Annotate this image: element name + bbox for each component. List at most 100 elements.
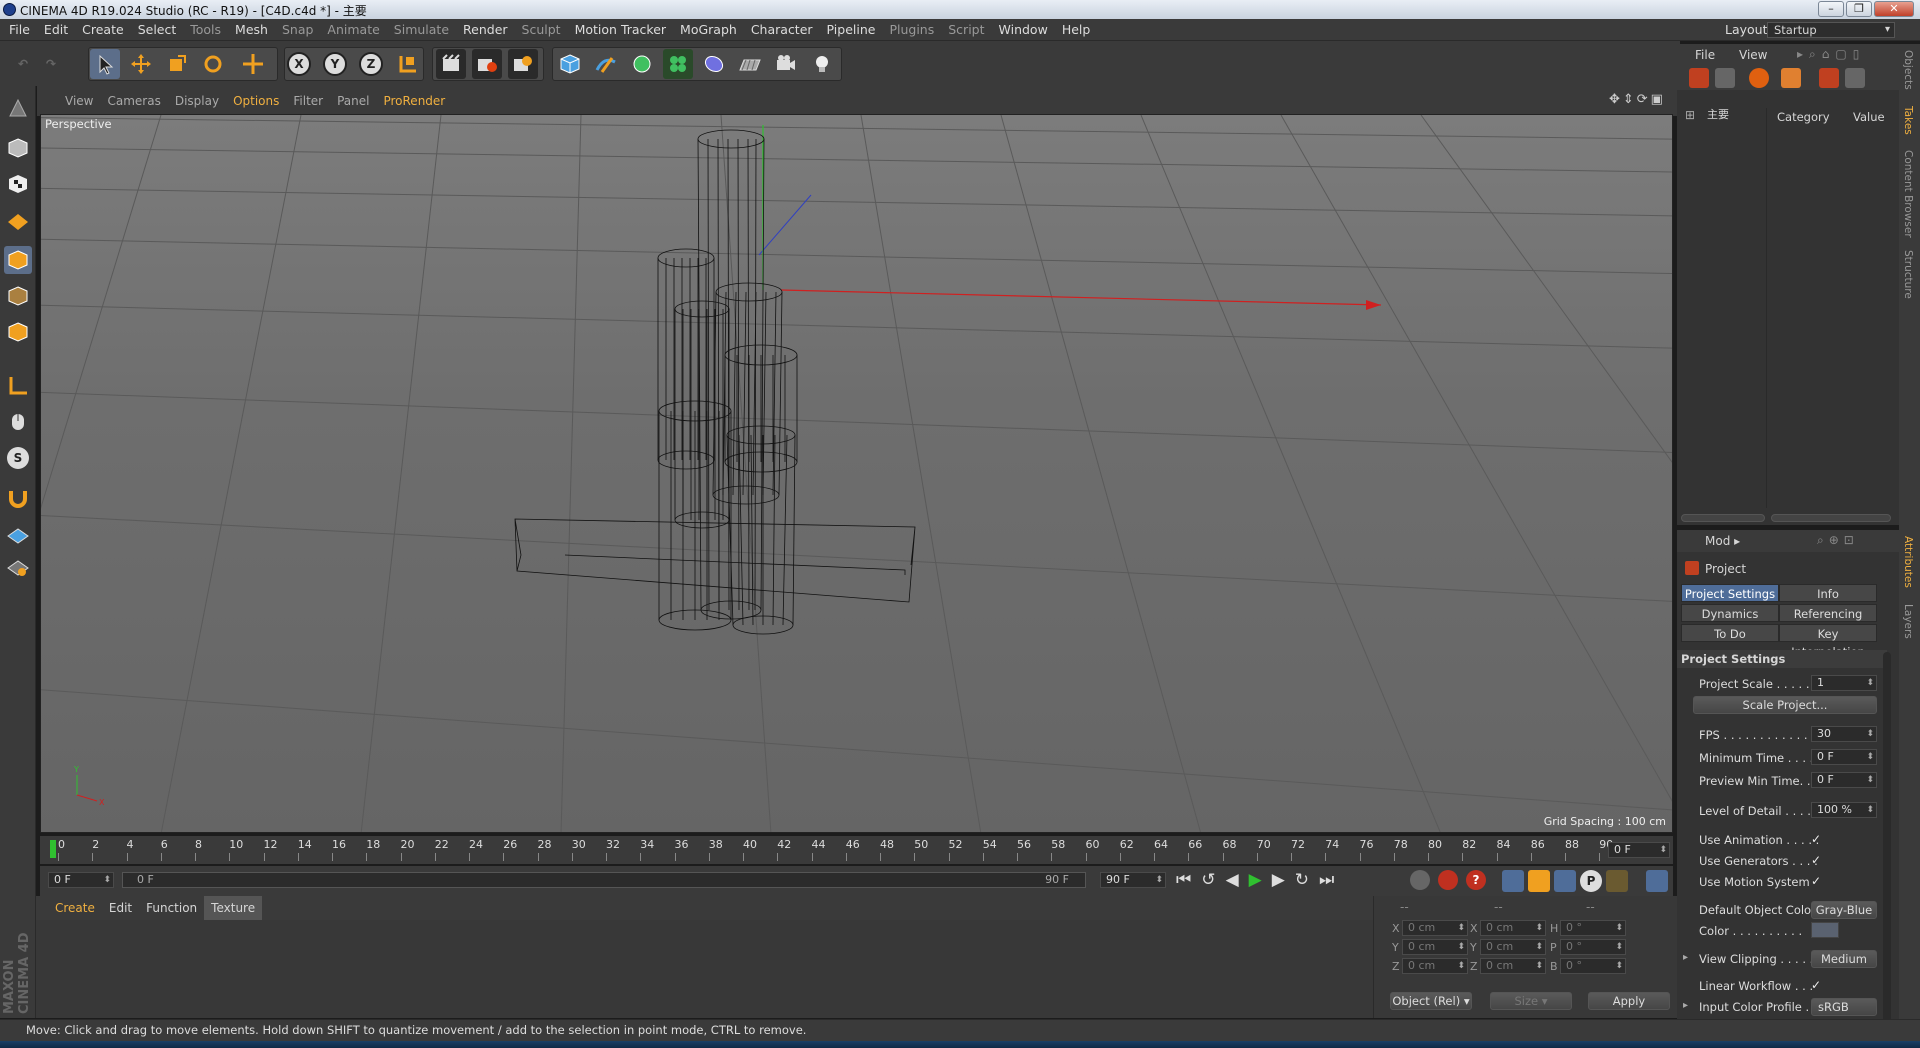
- menu-tools[interactable]: Tools: [183, 19, 228, 41]
- take-render-icon[interactable]: [1819, 68, 1839, 88]
- take-record-icon[interactable]: [1749, 68, 1769, 88]
- mat-menu-edit[interactable]: Edit: [102, 896, 139, 920]
- menu-character[interactable]: Character: [744, 19, 820, 41]
- coords-mode-select[interactable]: Object (Rel) ▾: [1390, 992, 1472, 1010]
- minimum-time-field[interactable]: 0 F: [1811, 749, 1877, 765]
- menu-sculpt[interactable]: Sculpt: [515, 19, 568, 41]
- tab-layers[interactable]: Layers: [1902, 604, 1914, 639]
- y-axis-lock-button[interactable]: Y: [320, 49, 350, 79]
- menu-simulate[interactable]: Simulate: [387, 19, 456, 41]
- obj-menu-file[interactable]: File: [1695, 48, 1715, 62]
- take-settings-icon[interactable]: [1845, 68, 1865, 88]
- fps-field[interactable]: 30: [1811, 726, 1877, 742]
- coord-size-field[interactable]: 0 cm: [1480, 958, 1546, 974]
- menu-snap[interactable]: Snap: [275, 19, 320, 41]
- coord-rot-field[interactable]: 0 °: [1560, 920, 1626, 936]
- menu-mesh[interactable]: Mesh: [228, 19, 275, 41]
- timeline-ruler[interactable]: 0 2 4 6 8 10 12 14 16 18 20 22 24 26 28 30 32 34 36 38 40 42 4…: [40, 836, 1673, 864]
- vp-menu-view[interactable]: View: [65, 86, 93, 116]
- main-take-label[interactable]: 主要: [1707, 106, 1729, 122]
- takes-scrollbar[interactable]: [1681, 514, 1765, 522]
- tab-content-browser[interactable]: Content Browser: [1902, 150, 1914, 238]
- timeline-layout-icon[interactable]: [1646, 870, 1668, 892]
- tweak-mode-icon[interactable]: [4, 408, 32, 436]
- vp-menu-display[interactable]: Display: [175, 86, 219, 116]
- mat-menu-create[interactable]: Create: [48, 896, 102, 920]
- material-manager[interactable]: Create Edit Function Texture: [36, 896, 1373, 1018]
- menu-motion-tracker[interactable]: Motion Tracker: [568, 19, 673, 41]
- coord-size-field[interactable]: 0 cm: [1480, 920, 1546, 936]
- use-motion-system-checkbox[interactable]: ✓: [1811, 874, 1825, 888]
- menu-render[interactable]: Render: [456, 19, 515, 41]
- undo-icon[interactable]: ↶: [8, 49, 38, 79]
- current-frame-field[interactable]: 0 F: [1608, 842, 1670, 858]
- vp-menu-cameras[interactable]: Cameras: [107, 86, 160, 116]
- redo-icon[interactable]: ↷: [36, 49, 66, 79]
- attr-scrollbar[interactable]: [1883, 652, 1891, 1022]
- goto-start-icon[interactable]: ⏮: [1176, 870, 1201, 890]
- default-object-color-select[interactable]: Gray-Blue: [1811, 901, 1877, 919]
- magnet-icon[interactable]: [4, 484, 32, 512]
- coord-pos-field[interactable]: 0 cm: [1402, 958, 1468, 974]
- take-override-icon[interactable]: [1715, 68, 1735, 88]
- object-manager-nav-icons[interactable]: ▸⌕⌂▢▯: [1797, 47, 1865, 62]
- viewport-navigation-icons[interactable]: ✥⇕⟳▣: [1609, 92, 1666, 107]
- coord-rot-field[interactable]: 0 °: [1560, 958, 1626, 974]
- tab-to-do[interactable]: To Do: [1681, 624, 1779, 642]
- end-frame-field[interactable]: 90 F: [1100, 872, 1166, 888]
- scale-icon[interactable]: [162, 49, 192, 79]
- z-axis-lock-button[interactable]: Z: [356, 49, 386, 79]
- camera-icon[interactable]: [771, 49, 801, 79]
- tab-dynamics[interactable]: Dynamics: [1681, 604, 1779, 622]
- menu-edit[interactable]: Edit: [37, 19, 75, 41]
- tab-key-interpolation[interactable]: Key Interpolation: [1779, 624, 1877, 659]
- take-tag-icon[interactable]: [1781, 68, 1801, 88]
- key-parameter-icon[interactable]: P: [1580, 870, 1602, 892]
- grid-lock-icon[interactable]: [4, 554, 32, 582]
- vp-menu-prorender[interactable]: ProRender: [383, 86, 445, 116]
- rotate-icon[interactable]: [198, 49, 228, 79]
- menu-pipeline[interactable]: Pipeline: [820, 19, 883, 41]
- light-icon[interactable]: [807, 49, 837, 79]
- coordinate-system-icon[interactable]: [392, 49, 422, 79]
- coords-size-select[interactable]: Size ▾: [1490, 992, 1572, 1010]
- key-position-icon[interactable]: [1502, 870, 1524, 892]
- next-key-icon[interactable]: ↻: [1295, 870, 1319, 890]
- menu-help[interactable]: Help: [1055, 19, 1098, 41]
- render-to-picture-viewer-icon[interactable]: [472, 49, 502, 79]
- use-generators-checkbox[interactable]: ✓: [1811, 853, 1825, 867]
- menu-plugins[interactable]: Plugins: [882, 19, 941, 41]
- level-of-detail-field[interactable]: 100 %: [1811, 802, 1877, 818]
- menu-select[interactable]: Select: [131, 19, 184, 41]
- workplane-lock-icon[interactable]: [4, 522, 32, 550]
- use-animation-checkbox[interactable]: ✓: [1811, 832, 1825, 846]
- view-clipping-select[interactable]: Medium: [1811, 950, 1877, 968]
- coord-pos-field[interactable]: 0 cm: [1402, 939, 1468, 955]
- takes-tree[interactable]: ⊞ 主要: [1677, 108, 1767, 508]
- move-icon[interactable]: [126, 49, 156, 79]
- x-axis-lock-button[interactable]: X: [284, 49, 314, 79]
- layout-select[interactable]: Startup: [1767, 22, 1895, 38]
- start-frame-field[interactable]: 0 F: [48, 872, 114, 888]
- maximize-button[interactable]: ❐: [1846, 1, 1872, 17]
- tab-referencing[interactable]: Referencing: [1779, 604, 1877, 622]
- prev-key-icon[interactable]: ↺: [1201, 870, 1225, 890]
- select-arrow-icon[interactable]: [90, 49, 120, 79]
- polygons-mode-icon[interactable]: [4, 318, 32, 346]
- playhead[interactable]: [50, 840, 56, 858]
- key-pla-icon[interactable]: [1606, 870, 1628, 892]
- apply-button[interactable]: Apply: [1588, 992, 1670, 1010]
- vp-menu-panel[interactable]: Panel: [337, 86, 369, 116]
- view-clipping-expand-icon[interactable]: ▸: [1683, 952, 1688, 963]
- cloner-icon[interactable]: [663, 49, 693, 79]
- points-mode-icon[interactable]: [4, 246, 32, 274]
- model-mode-icon[interactable]: [4, 134, 32, 162]
- preview-min-time-field[interactable]: 0 F: [1811, 772, 1877, 788]
- key-scale-icon[interactable]: [1528, 870, 1550, 892]
- play-icon[interactable]: ▶: [1249, 870, 1272, 890]
- tab-objects[interactable]: Objects: [1902, 50, 1914, 90]
- menu-script[interactable]: Script: [941, 19, 991, 41]
- texture-mode-icon[interactable]: [4, 170, 32, 198]
- attr-nav-icons[interactable]: ⌕⊕⊡: [1817, 533, 1859, 548]
- preview-range-slider[interactable]: 0 F 90 F: [122, 872, 1086, 888]
